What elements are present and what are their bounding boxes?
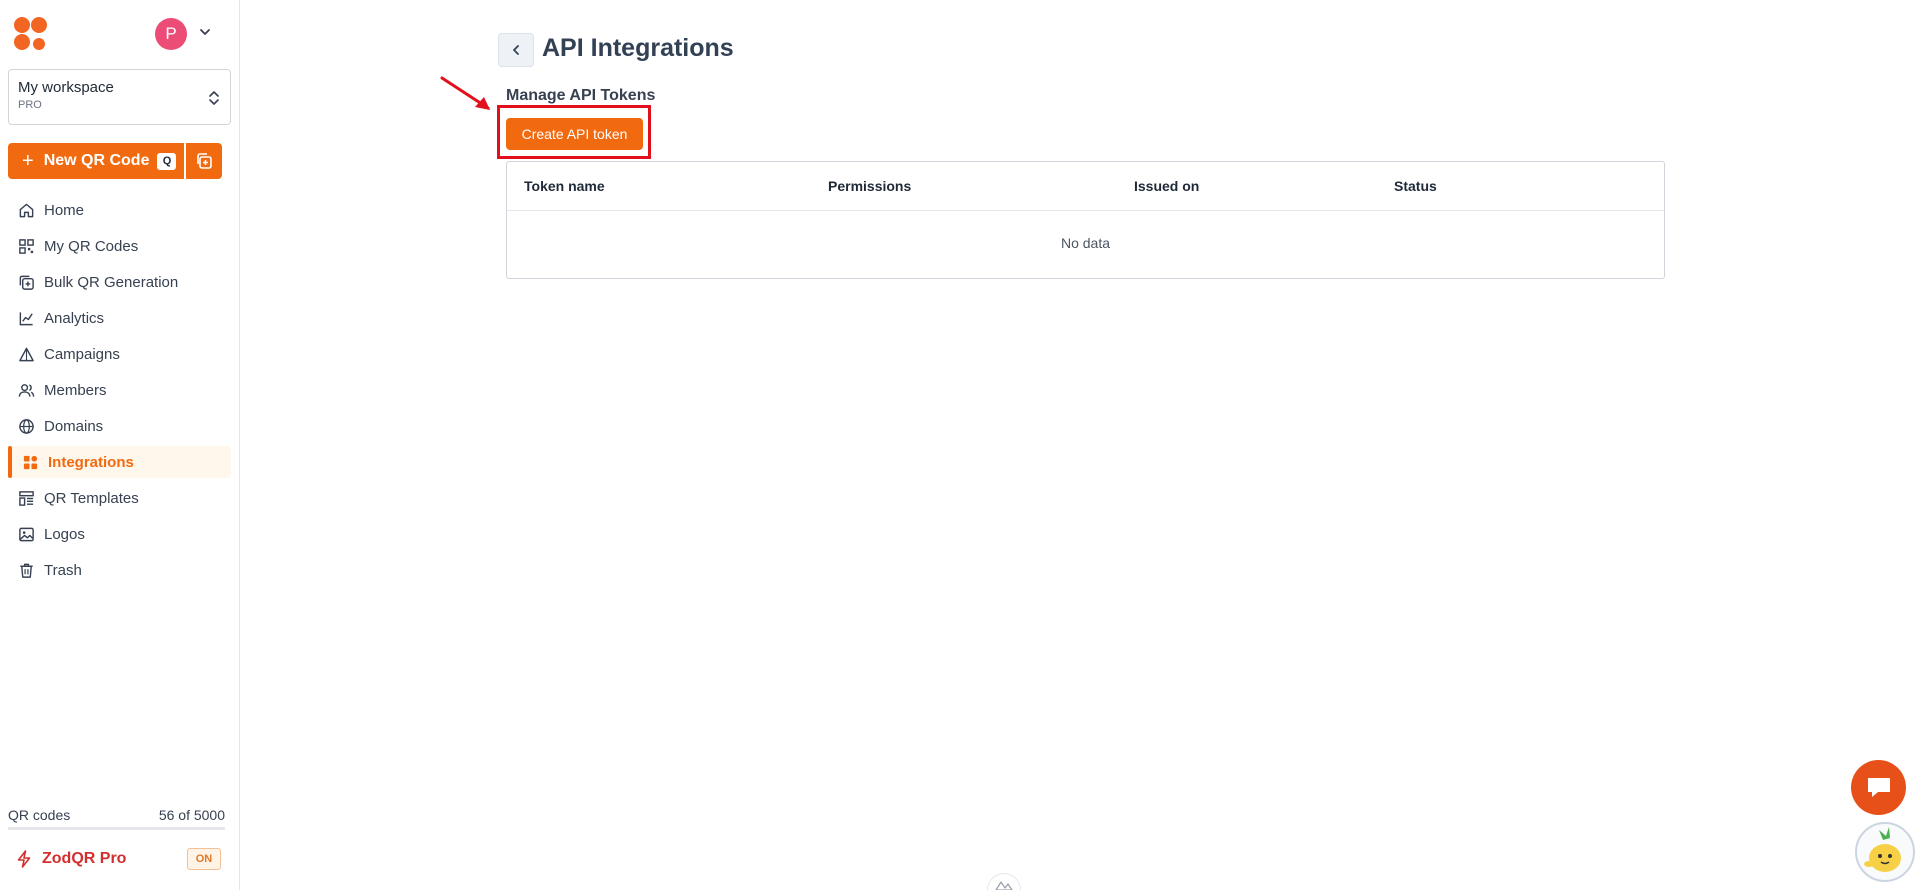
plus-icon: +	[22, 150, 34, 172]
sidebar-item-label: Campaigns	[44, 345, 120, 363]
sidebar-item-analytics[interactable]: Analytics	[8, 302, 231, 334]
page-title: API Integrations	[542, 34, 734, 62]
sidebar: P My workspace PRO + New QR Code Q Home …	[0, 0, 240, 890]
annotation-arrow-icon	[440, 76, 490, 110]
app-root: P My workspace PRO + New QR Code Q Home …	[0, 0, 1920, 890]
bottom-toolbar-handle[interactable]	[987, 873, 1021, 890]
workspace-selector[interactable]: My workspace PRO	[8, 69, 231, 125]
analytics-icon	[19, 311, 33, 325]
qr-code-usage-value: 56 of 5000	[158, 807, 225, 823]
sidebar-item-label: Analytics	[44, 309, 105, 327]
pro-plan-toggle[interactable]: ZodQR Pro ON	[8, 843, 221, 875]
members-icon	[18, 383, 35, 397]
sidebar-item-integrations[interactable]: Integrations	[8, 446, 231, 478]
qr-code-usage: QR codes 56 of 5000	[8, 807, 225, 830]
templates-icon	[19, 490, 34, 506]
workspace-name: My workspace	[18, 79, 114, 96]
shortcut-key: Q	[157, 152, 177, 170]
sidebar-item-label: Members	[44, 381, 107, 399]
copy-icon	[197, 153, 212, 169]
table-header: Token name Permissions Issued on Status	[507, 162, 1664, 211]
sidebar-item-label: Bulk QR Generation	[44, 273, 179, 291]
qr-grid-icon	[19, 238, 34, 254]
status-badge: ON	[187, 848, 221, 870]
chevron-left-icon	[513, 45, 519, 55]
chat-bubble-icon	[1867, 777, 1890, 797]
sidebar-item-label: Trash	[44, 561, 82, 579]
chevron-up-down-icon	[209, 91, 219, 105]
assistant-mascot-button[interactable]	[1855, 822, 1915, 882]
sidebar-nav: Home My QR Codes Bulk QR Generation Anal…	[8, 194, 231, 590]
sidebar-item-home[interactable]: Home	[8, 194, 231, 226]
sidebar-item-label: Integrations	[48, 453, 134, 471]
sidebar-item-label: QR Templates	[44, 489, 139, 507]
chevron-down-icon[interactable]	[198, 25, 212, 39]
sidebar-item-logos[interactable]: Logos	[8, 518, 231, 550]
trash-icon	[20, 563, 33, 578]
sidebar-item-members[interactable]: Members	[8, 374, 231, 406]
sidebar-item-qr-templates[interactable]: QR Templates	[8, 482, 231, 514]
sidebar-item-trash[interactable]: Trash	[8, 554, 231, 586]
sidebar-item-label: My QR Codes	[44, 237, 139, 255]
sidebar-item-campaigns[interactable]: Campaigns	[8, 338, 231, 370]
integrations-icon	[23, 455, 38, 469]
qr-code-usage-label: QR codes	[8, 807, 71, 823]
mascot-icon	[1864, 827, 1901, 872]
lightning-icon	[17, 850, 31, 868]
column-header-token-name[interactable]: Token name	[524, 178, 605, 194]
new-qr-code-button[interactable]: + New QR Code Q	[8, 143, 184, 179]
section-title: Manage API Tokens	[506, 87, 656, 104]
new-qr-code-label: New QR Code	[43, 152, 150, 169]
sidebar-item-label: Home	[44, 201, 85, 219]
sidebar-item-domains[interactable]: Domains	[8, 410, 231, 442]
sidebar-item-label: Domains	[44, 417, 104, 435]
empty-state-text: No data	[1060, 235, 1111, 251]
bulk-copy-icon	[19, 275, 34, 290]
column-header-issued-on[interactable]: Issued on	[1134, 178, 1199, 194]
create-api-token-button[interactable]: Create API token	[506, 118, 643, 150]
sidebar-item-label: Logos	[44, 525, 85, 543]
api-tokens-table: Token name Permissions Issued on Status …	[506, 161, 1665, 279]
pro-plan-label: ZodQR Pro	[42, 850, 127, 867]
campaign-icon	[19, 347, 34, 361]
image-icon	[19, 527, 34, 541]
column-header-permissions[interactable]: Permissions	[828, 178, 911, 194]
back-button[interactable]	[498, 33, 534, 67]
chat-support-button[interactable]	[1851, 760, 1906, 815]
globe-icon	[19, 418, 34, 434]
workspace-plan: PRO	[18, 99, 42, 111]
sidebar-item-my-qr-codes[interactable]: My QR Codes	[8, 230, 231, 262]
duplicate-qr-button[interactable]	[186, 143, 222, 179]
brand-logo-icon[interactable]	[14, 17, 50, 53]
home-icon	[19, 203, 34, 217]
sidebar-item-bulk-qr-generation[interactable]: Bulk QR Generation	[8, 266, 231, 298]
avatar[interactable]: P	[155, 18, 187, 50]
column-header-status[interactable]: Status	[1394, 178, 1437, 194]
app-mark-icon	[995, 881, 1013, 890]
